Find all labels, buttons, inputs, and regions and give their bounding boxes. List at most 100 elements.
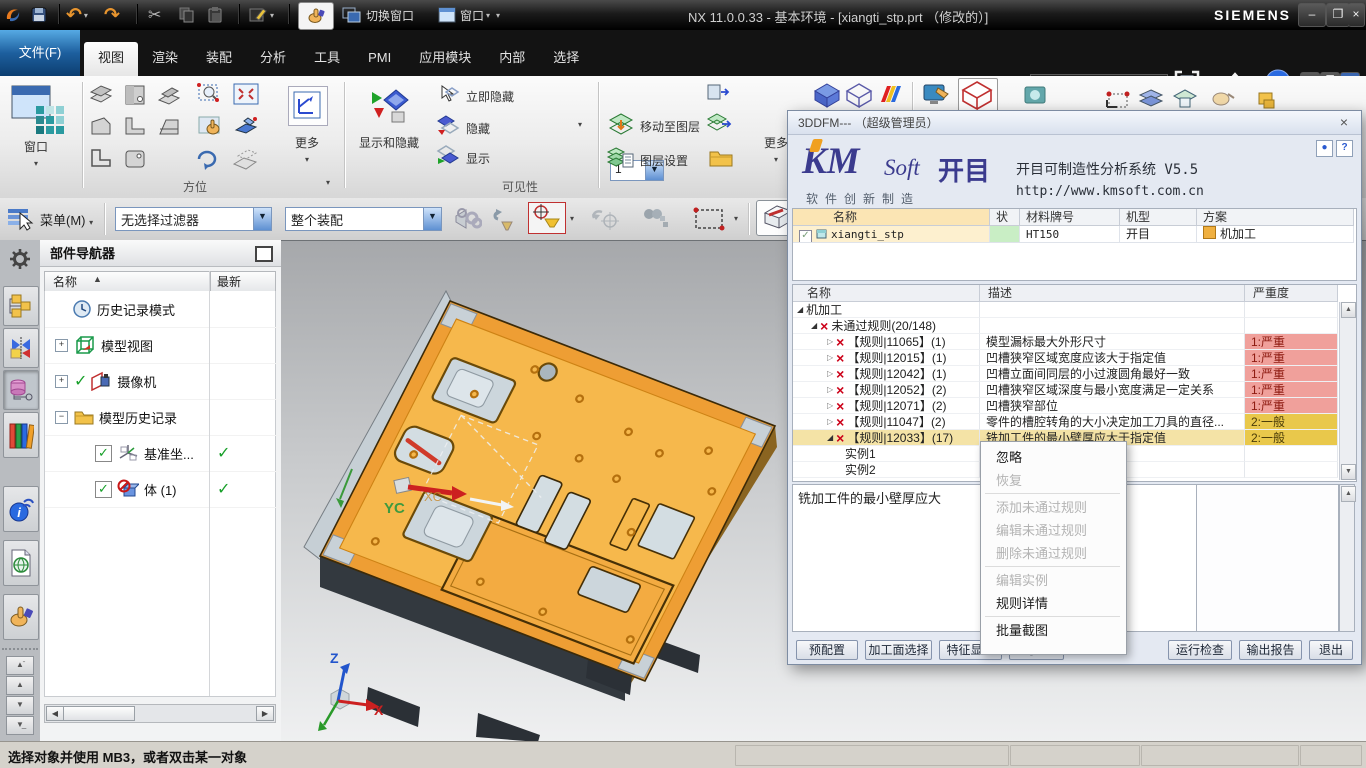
rules-col-1[interactable]: 名称: [793, 285, 980, 302]
rotate-view-icon[interactable]: [192, 146, 222, 175]
format-edit-button[interactable]: ▾: [248, 2, 274, 28]
selection-scope-caret[interactable]: ▼: [423, 208, 441, 230]
layer-folder-icon[interactable]: [708, 146, 734, 173]
rule-name-cell[interactable]: ▷×【规则|11065】(1): [793, 334, 980, 350]
tab-渲染[interactable]: 渲染: [138, 42, 192, 76]
view-trimetric-icon[interactable]: [88, 84, 114, 109]
part-name-cell[interactable]: ✓xiangti_stp: [793, 226, 990, 243]
detail-scrollbar[interactable]: ▲: [1339, 484, 1355, 632]
show-hide-button[interactable]: 显示和隐藏: [352, 134, 426, 151]
cut-button[interactable]: ✂: [148, 2, 161, 28]
scroll-down-arrow[interactable]: ▼: [1341, 464, 1356, 480]
tree-checkbox[interactable]: ✓: [95, 445, 112, 462]
layer-settings-icon[interactable]: [606, 146, 634, 173]
snap-filter-caret[interactable]: ▾: [570, 214, 574, 223]
shaded-with-edges-icon[interactable]: [813, 82, 841, 111]
view-back-icon[interactable]: [122, 148, 148, 173]
internet-explorer-button[interactable]: i: [3, 486, 39, 532]
tab-选择[interactable]: 选择: [539, 42, 593, 76]
scroll-up-arrow[interactable]: ▲: [1341, 302, 1356, 318]
rectangle-select-icon[interactable]: [692, 206, 728, 235]
hscroll-thumb[interactable]: [63, 706, 135, 721]
move-to-layer-button[interactable]: 移动至图层: [640, 118, 700, 135]
hscroll-left-arrow[interactable]: ◀: [46, 706, 64, 721]
roles-gear-icon[interactable]: [9, 248, 31, 273]
dialog-button-预配置[interactable]: 预配置: [796, 640, 858, 660]
tree-expander-icon[interactable]: −: [55, 411, 68, 424]
show-icon[interactable]: [436, 144, 460, 169]
rule-name-cell[interactable]: ▷×【规则|11047】(2): [793, 414, 980, 430]
window-icon[interactable]: [10, 84, 68, 139]
rule-row[interactable]: ◢机加工: [793, 302, 1338, 318]
rule-desc-cell[interactable]: [980, 302, 1245, 318]
selection-scope-combo[interactable]: 整个装配 ▼: [285, 207, 442, 231]
parts-col-1[interactable]: 名称: [793, 209, 990, 226]
parts-col-2[interactable]: 状态: [990, 209, 1020, 226]
constraint-navigator-button[interactable]: [3, 328, 39, 368]
true-shading-icon[interactable]: [922, 82, 950, 111]
gc-toolbox-icon[interactable]: [640, 206, 672, 235]
rules-col-2[interactable]: 描述: [980, 285, 1245, 302]
rule-row[interactable]: ▷×【规则|12042】(1)凹槽立面间同层的小过渡圆角最好一致1:严重: [793, 366, 1338, 382]
dfm-help-button[interactable]: ?: [1336, 140, 1353, 157]
tab-内部[interactable]: 内部: [485, 42, 539, 76]
close-button[interactable]: ×: [1348, 3, 1365, 27]
assembly-navigator-button[interactable]: [3, 286, 39, 326]
navigator-column-header[interactable]: 名称 ▲ 最新: [44, 271, 276, 293]
zoom-region-icon[interactable]: [196, 82, 224, 109]
dialog-button-运行检查[interactable]: 运行检查: [1168, 640, 1232, 660]
move-to-layer-icon[interactable]: [608, 112, 634, 139]
copy-button[interactable]: [178, 2, 196, 28]
paste-button[interactable]: [206, 2, 224, 28]
selection-filter-combo[interactable]: 无选择过滤器 ▼: [115, 207, 272, 231]
view-right-icon[interactable]: [156, 116, 182, 141]
rule-desc-cell[interactable]: 凹槽立面间同层的小过渡圆角最好一致: [980, 366, 1245, 382]
show-hide-icon[interactable]: [366, 84, 410, 131]
rule-name-cell[interactable]: 实例1: [793, 446, 980, 462]
collapsed-icon[interactable]: ▷: [827, 382, 833, 398]
snap-point-filter-icon[interactable]: [528, 202, 566, 234]
collapsed-icon[interactable]: ▷: [827, 350, 833, 366]
navigator-row[interactable]: +模型视图: [45, 327, 285, 364]
tab-工具[interactable]: 工具: [300, 42, 354, 76]
orientation-dialog-launcher[interactable]: ▾: [326, 178, 330, 187]
hide-icon[interactable]: [436, 114, 460, 139]
undo-button[interactable]: ↶▾: [66, 2, 88, 28]
expanded-icon[interactable]: ◢: [811, 318, 817, 334]
rule-desc-cell[interactable]: 凹槽狭窄区域宽度应该大于指定值: [980, 350, 1245, 366]
hide-button[interactable]: 隐藏: [466, 120, 490, 137]
studio-render-icon[interactable]: [877, 82, 903, 111]
window-menu-button[interactable]: 窗口 ▾▾: [438, 2, 500, 28]
show-button[interactable]: 显示: [466, 150, 490, 167]
undock-panel-button[interactable]: [255, 246, 273, 262]
dialog-button-退出[interactable]: 退出: [1309, 640, 1353, 660]
navigator-row[interactable]: +✓摄像机: [45, 363, 285, 400]
rule-name-cell[interactable]: 实例2: [793, 462, 980, 478]
rule-desc-cell[interactable]: 模型漏标最大外形尺寸: [980, 334, 1245, 350]
tree-checkbox[interactable]: ✓: [95, 481, 112, 498]
layer-category-icon[interactable]: [706, 112, 732, 139]
dfm-dialog-title[interactable]: 3DDFM--- （超级管理员）: [788, 111, 1361, 135]
dialog-button-加工面选择[interactable]: 加工面选择: [865, 640, 932, 660]
expanded-icon[interactable]: ◢: [827, 430, 833, 446]
dfm-close-icon[interactable]: ×: [1335, 114, 1353, 132]
reuse-library-button[interactable]: [3, 412, 39, 458]
collapsed-icon[interactable]: ▷: [827, 398, 833, 414]
parts-col-4[interactable]: 机型: [1120, 209, 1197, 226]
navigator-hscrollbar[interactable]: ◀ ▶: [44, 704, 276, 723]
render-style-icon[interactable]: [1022, 84, 1048, 111]
switch-window-button[interactable]: 切换窗口: [342, 2, 414, 28]
collapsed-icon[interactable]: ▷: [827, 334, 833, 350]
restore-button[interactable]: ❐: [1326, 3, 1350, 27]
view-bottom-icon[interactable]: [88, 148, 114, 173]
navigator-row[interactable]: −模型历史记录: [45, 399, 285, 436]
tab-PMI[interactable]: PMI: [354, 42, 405, 76]
rect-select-caret[interactable]: ▾: [734, 214, 738, 223]
menu-item-规则详情[interactable]: 规则详情: [983, 592, 1135, 615]
palette-scroll-down[interactable]: ▼: [6, 696, 34, 715]
rule-desc-cell[interactable]: 零件的槽腔转角的大小决定加工刀具的直径...: [980, 414, 1245, 430]
more-orientation-icon[interactable]: [288, 86, 328, 126]
selection-swap-icon[interactable]: [490, 206, 520, 235]
view-top-icon[interactable]: [122, 84, 148, 109]
tab-file[interactable]: 文件(F): [0, 30, 80, 76]
